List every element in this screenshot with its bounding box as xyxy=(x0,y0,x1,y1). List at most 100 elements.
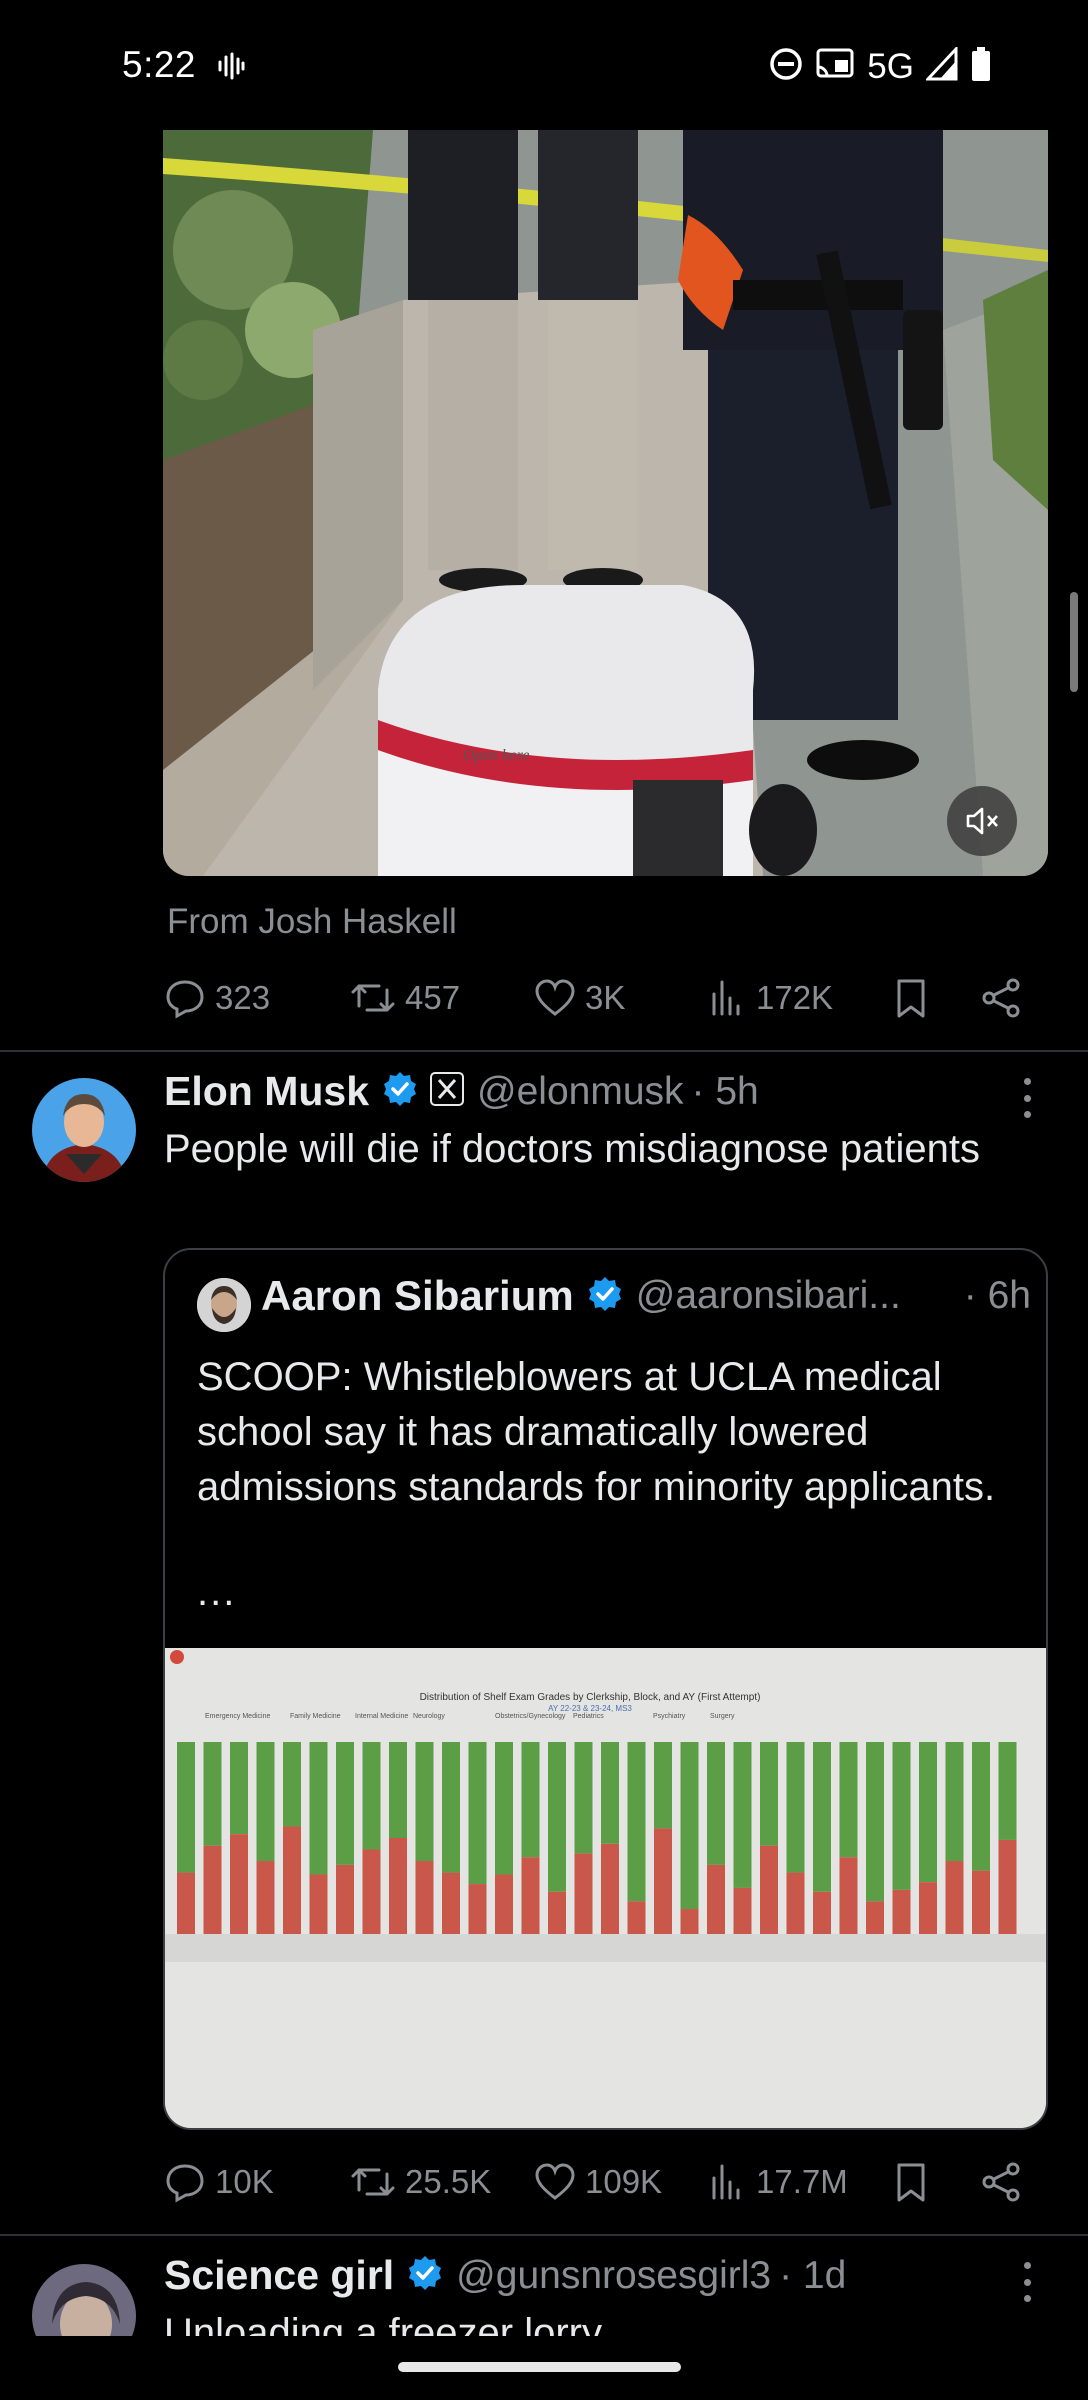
bar-segment-green xyxy=(521,1742,540,1858)
bar-segment-red xyxy=(548,1891,566,1934)
shelf-exam-chart-photo: Distribution of Shelf Exam Grades by Cle… xyxy=(165,1648,1046,2128)
bar-segment-red xyxy=(707,1864,725,1934)
share-button[interactable] xyxy=(979,968,1023,1028)
bar-segment-red xyxy=(495,1874,513,1934)
bar-segment-red xyxy=(654,1828,672,1934)
robot-lid-text: Open here xyxy=(463,747,530,764)
mute-button[interactable] xyxy=(947,786,1017,856)
tweet-actions: 323 457 3K 172K xyxy=(163,968,1048,1028)
share-button[interactable] xyxy=(979,2152,1023,2212)
bar-segment-green xyxy=(362,1742,381,1850)
more-options-button[interactable] xyxy=(1012,2262,1042,2302)
views-button[interactable]: 17.7M xyxy=(708,2152,848,2212)
status-icons: 5G xyxy=(769,45,992,87)
retweet-icon xyxy=(351,984,395,1012)
aaron-sibarium-avatar-image xyxy=(197,1278,251,1332)
bar-segment-green xyxy=(945,1742,964,1862)
retweet-button[interactable]: 25.5K xyxy=(349,2152,491,2212)
like-count: 109K xyxy=(585,2163,663,2200)
heart-icon xyxy=(535,2163,575,2200)
bar-segment-green xyxy=(680,1742,699,1910)
bar-segment-green xyxy=(415,1742,434,1862)
reply-icon xyxy=(166,2164,204,2203)
show-more-ellipsis[interactable]: ... xyxy=(197,1570,236,1615)
bar-segment-red xyxy=(919,1882,937,1934)
views-button[interactable]: 172K xyxy=(708,968,833,1028)
tweet-time[interactable]: · 5h xyxy=(692,1070,759,1114)
author-name[interactable]: Science girl xyxy=(164,2252,394,2299)
more-dot-icon xyxy=(1023,1078,1031,1085)
bar-segment-green xyxy=(495,1742,513,1875)
volume-off-icon xyxy=(966,807,998,835)
bar-segment-green xyxy=(707,1742,725,1865)
avatar xyxy=(197,1278,251,1332)
bookmark-button[interactable] xyxy=(891,2152,931,2212)
bar-segment-red xyxy=(866,1901,884,1934)
quoted-tweet-header: Aaron Sibarium @aaronsibari... · 6h xyxy=(261,1272,1031,1320)
more-options-button[interactable] xyxy=(1012,1078,1042,1118)
bar-segment-red xyxy=(627,1901,646,1934)
bar-segment-green xyxy=(733,1742,752,1888)
bar-segment-red xyxy=(177,1872,195,1934)
like-count: 3K xyxy=(585,979,626,1016)
author-handle[interactable]: @elonmusk xyxy=(477,1070,684,1114)
author-handle[interactable]: @gunsnrosesgirl3 xyxy=(456,2254,771,2298)
bar-segment-green xyxy=(574,1742,593,1854)
tweet-actions: 10K 25.5K 109K 17.7M xyxy=(163,2152,1048,2212)
bar-segment-red xyxy=(415,1861,434,1934)
heart-icon xyxy=(535,979,575,1016)
retweet-icon xyxy=(351,2168,395,2196)
share-icon xyxy=(982,2162,1020,2202)
reply-button[interactable]: 323 xyxy=(163,968,270,1028)
home-gesture-bar[interactable] xyxy=(398,2362,681,2372)
verified-badge-icon xyxy=(586,1275,624,1318)
bar-segment-red xyxy=(892,1889,911,1934)
bar-segment-red xyxy=(230,1834,248,1934)
signal-icon xyxy=(924,45,958,86)
like-button[interactable]: 3K xyxy=(533,968,625,1028)
bar-segment-green xyxy=(786,1742,805,1873)
bookmark-button[interactable] xyxy=(891,968,931,1028)
status-bar: 5:22 5G xyxy=(0,0,1088,130)
bar-segment-green xyxy=(389,1742,407,1838)
reply-button[interactable]: 10K xyxy=(163,2152,274,2212)
next-tweet[interactable]: Science girl @gunsnrosesgirl3 · 1d Unloa… xyxy=(0,2236,1088,2336)
reply-count: 10K xyxy=(215,2163,274,2200)
clerkship-label: Surgery xyxy=(710,1713,735,1720)
like-button[interactable]: 109K xyxy=(533,2152,662,2212)
video-player[interactable]: Open here xyxy=(163,130,1048,876)
bar-segment-red xyxy=(760,1845,778,1934)
more-dot-icon xyxy=(1023,2262,1031,2269)
bar-segment-green xyxy=(548,1742,566,1892)
bar-segment-red xyxy=(389,1838,407,1934)
quoted-tweet-image[interactable]: Distribution of Shelf Exam Grades by Cle… xyxy=(165,1648,1046,2128)
reply-count: 323 xyxy=(215,979,271,1016)
bar-segment-red xyxy=(813,1891,831,1934)
tweet-text: Unloading a freezer lorry xyxy=(164,2311,602,2336)
avatar[interactable] xyxy=(32,1078,136,1182)
scrollbar-thumb[interactable] xyxy=(1070,592,1078,692)
more-dot-icon xyxy=(1023,2278,1031,2286)
status-time: 5:22 xyxy=(122,44,197,85)
bar-segment-red xyxy=(839,1857,858,1934)
bar-segment-green xyxy=(760,1742,778,1846)
avatar[interactable] xyxy=(32,2264,136,2336)
tweet-time[interactable]: · 1d xyxy=(779,2254,846,2298)
quoted-tweet[interactable]: Aaron Sibarium @aaronsibari... · 6h SCOO… xyxy=(163,1248,1048,2130)
x-affiliate-badge-icon xyxy=(429,1071,465,1112)
media-source[interactable]: From Josh Haskell xyxy=(167,902,457,942)
cast-icon xyxy=(815,47,855,86)
retweet-count: 25.5K xyxy=(405,2163,492,2200)
clerkship-label: Obstetrics/Gynecology xyxy=(495,1713,566,1720)
views-chart-icon xyxy=(712,2164,740,2200)
bar-segment-red xyxy=(362,1849,381,1934)
bar-segment-red xyxy=(945,1861,964,1934)
bar-segment-red xyxy=(309,1874,328,1934)
bar-segment-green xyxy=(601,1742,619,1844)
retweet-button[interactable]: 457 xyxy=(349,968,460,1028)
bookmark-icon xyxy=(897,979,925,1018)
verified-badge-icon xyxy=(381,1070,419,1113)
tweet-text: People will die if doctors misdiagnose p… xyxy=(164,1127,980,1171)
battery-icon xyxy=(970,46,992,87)
author-name[interactable]: Elon Musk xyxy=(164,1068,369,1115)
